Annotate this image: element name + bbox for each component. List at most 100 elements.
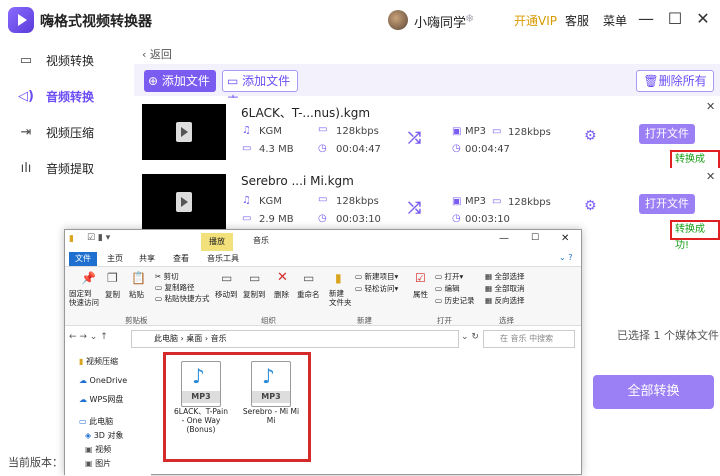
shuffle-icon: ⤮ [408,128,421,147]
video-thumbnail[interactable] [142,104,226,160]
address-bar[interactable]: 此电脑 › 桌面 › 音乐 [131,330,459,348]
quick-access-icon[interactable]: ☑ ▮ ▾ [87,233,110,243]
tab-view[interactable]: 查看 [167,252,195,266]
new-folder-icon[interactable]: ▮ [335,271,342,285]
target-format: MP3 [465,196,487,207]
pin-quick-access[interactable]: 固定到 快速访问 [69,289,99,307]
nav-item-wps[interactable]: ☁ WPS网盘 [79,394,123,405]
nav-item-pictures[interactable]: ▣ 图片 [85,458,111,469]
open-file-button[interactable]: 打开文件 [639,124,695,144]
copy-to-icon[interactable]: ▭ [249,271,260,285]
film-icon: ▭ [19,52,33,68]
target-bitrate: 128kbps [508,127,551,138]
nav-item-3d-objects[interactable]: ◈ 3D 对象 [85,430,124,441]
settings-gear-icon[interactable]: ⚙ [584,128,597,144]
tab-file[interactable]: 文件 [69,252,97,266]
sidebar-item-video-compress[interactable]: ⇥ 视频压缩 [0,114,134,150]
nav-item-onedrive[interactable]: ☁ OneDrive [79,376,127,385]
add-folder-button[interactable]: ▭ 添加文件夹 [222,70,298,108]
refresh-icon[interactable]: ⌄ ↻ [461,332,479,342]
group-clipboard: 剪贴板 [125,316,148,325]
version-label: 当前版本：1 [8,456,70,469]
open-file-button[interactable]: 打开文件 [639,194,695,214]
easy-access-button[interactable]: ▭ 轻松访问▾ [355,283,398,294]
delete-icon[interactable]: ✕ [277,270,288,285]
nav-item-videos[interactable]: ▣ 视频 [85,444,111,455]
new-item-button[interactable]: ▭ 新建项目▾ [355,271,398,282]
new-folder-button[interactable]: 新建 文件夹 [329,289,352,307]
invert-selection-button[interactable]: ▦ 反向选择 [485,295,524,306]
folder-icon: ▭ [227,74,243,88]
help-icon[interactable]: ⌄ ? [559,253,573,262]
mp3-file-icon: ♪ MP3 [251,361,291,407]
status-badge: 转换成功! [670,150,720,181]
sidebar-item-video-convert[interactable]: ▭ 视频转换 [0,42,134,78]
audio-icon: ◁) [18,88,34,104]
source-size: 2.9 MB [259,214,294,225]
select-none-button[interactable]: ▦ 全部取消 [485,283,524,294]
properties-icon[interactable]: ☑ [415,271,426,285]
pin-icon[interactable]: 📌 [81,271,96,285]
paste-button[interactable]: 粘贴 [129,289,144,300]
group-open: 打开 [437,316,452,325]
address-bar-row: ← → ⌄ ↑ 此电脑 › 桌面 › 音乐 ⌄ ↻ 在 音乐 中搜索 [65,330,581,348]
tab-music-tools[interactable]: 音乐工具 [201,252,245,266]
maximize-icon[interactable]: ☐ [531,233,539,243]
properties-button[interactable]: 属性 [413,289,428,300]
sidebar-item-audio-extract[interactable]: ılı 音频提取 [0,150,134,186]
mp3-file-icon: ♪ MP3 [181,361,221,407]
add-file-button[interactable]: ⊕ 添加文件 [144,70,216,92]
maximize-icon[interactable]: ☐ [665,9,685,29]
cube-icon: ◈ [85,431,92,440]
remove-file-icon[interactable]: ✕ [706,100,715,113]
source-bitrate: 128kbps [336,196,379,207]
paste-shortcut-button[interactable]: ▭ 粘贴快捷方式 [155,293,209,304]
paste-icon[interactable]: 📋 [131,271,146,285]
nav-item-video-compress[interactable]: ▮ 视频压缩 [79,356,118,367]
tab-share[interactable]: 共享 [133,252,161,266]
copy-button[interactable]: 复制 [105,289,120,300]
file-tile[interactable]: ♪ MP3 Serebro - Mi Mi Mi [242,361,300,425]
copy-icon[interactable]: ❐ [107,271,118,285]
video-thumbnail[interactable] [142,174,226,230]
source-duration: 00:04:47 [336,144,381,155]
copy-to-button[interactable]: 复制到 [243,289,266,300]
minimize-icon[interactable]: — [636,9,656,29]
ribbon: 📌 固定到 快速访问 ❐ 复制 📋 粘贴 ✂ 剪切 ▭ 复制路径 ▭ 粘贴快捷方… [65,266,581,326]
minimize-icon[interactable]: — [499,233,509,244]
menu-link[interactable]: 菜单 [603,12,627,29]
open-button[interactable]: ▭ 打开▾ [435,271,463,282]
tab-home[interactable]: 主页 [101,252,129,266]
video-folder-icon: ▣ [85,445,93,454]
move-to-button[interactable]: 移动到 [215,289,238,300]
rename-button[interactable]: 重命名 [297,289,320,300]
search-input[interactable]: 在 音乐 中搜索 [483,330,575,348]
convert-all-button[interactable]: 全部转换 [593,375,714,409]
history-button[interactable]: ▭ 历史记录 [435,295,474,306]
sidebar-item-audio-convert[interactable]: ◁) 音频转换 [0,78,134,114]
avatar[interactable] [388,10,408,30]
edit-button[interactable]: ▭ 编辑 [435,283,459,294]
status-badge: 转换成功! [670,220,720,251]
cut-button[interactable]: ✂ 剪切 [155,271,179,282]
file-tile[interactable]: ♪ MP3 6LACK、T-Pain - One Way (Bonus) [172,361,230,434]
file-name: Serebro ...i Mi.kgm [241,174,354,188]
delete-all-button[interactable]: 🗑删除所有 [636,70,714,92]
back-link[interactable]: ‹ 返回 [142,46,172,62]
delete-button[interactable]: 删除 [274,289,289,300]
navigation-pane: ▮ 视频压缩 ☁ OneDrive ☁ WPS网盘 ▭ 此电脑 ◈ 3D 对象 … [65,354,151,476]
username[interactable]: 小嗨同学 [414,12,466,31]
tab-play[interactable]: 播放 [201,233,233,251]
move-to-icon[interactable]: ▭ [221,271,232,285]
rename-icon[interactable]: ▭ [303,271,314,285]
close-icon[interactable]: ✕ [693,9,713,29]
copy-path-button[interactable]: ▭ 复制路径 [155,282,194,293]
service-link[interactable]: 客服 [565,12,589,29]
vip-link[interactable]: 开通VIP [514,12,557,29]
select-all-button[interactable]: ▦ 全部选择 [485,271,524,282]
close-icon[interactable]: ✕ [561,233,569,244]
nav-arrows-icon[interactable]: ← → ⌄ ↑ [69,332,108,342]
settings-gear-icon[interactable]: ⚙ [584,198,597,214]
nav-item-this-pc[interactable]: ▭ 此电脑 [79,416,113,427]
remove-file-icon[interactable]: ✕ [706,170,715,183]
